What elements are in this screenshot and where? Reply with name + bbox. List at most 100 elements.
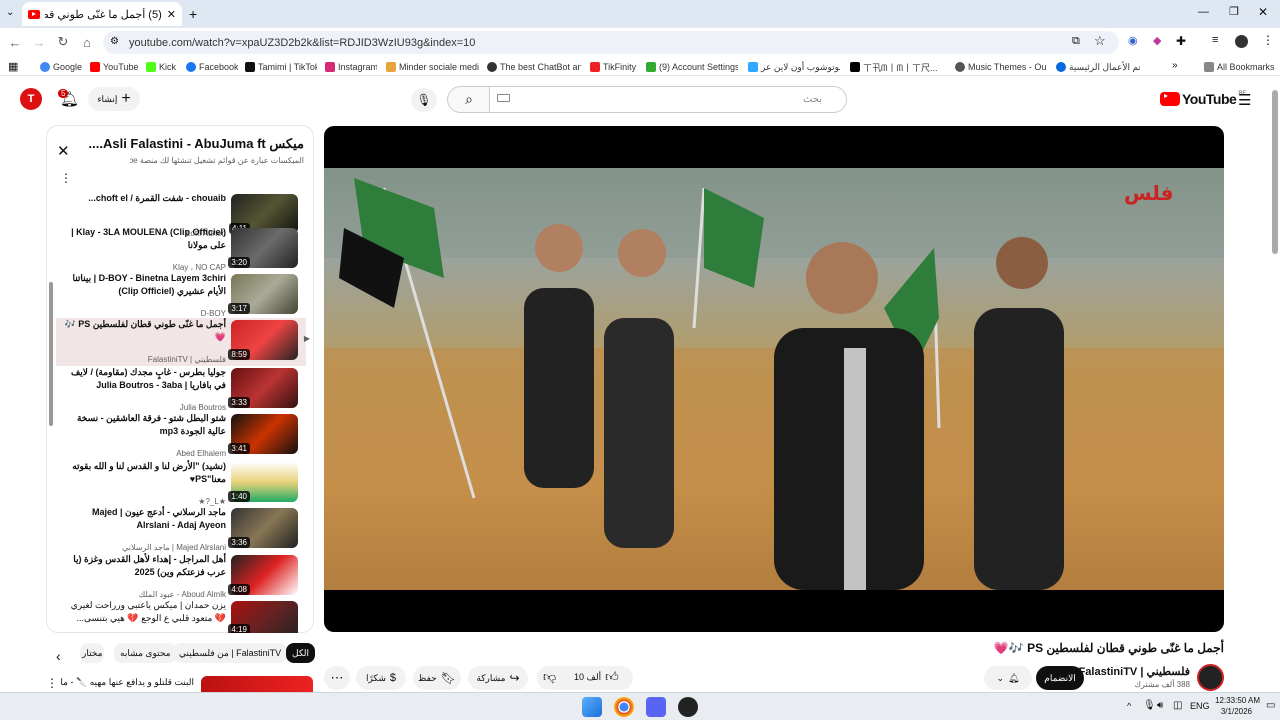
channel-avatar[interactable]	[1197, 664, 1224, 691]
duration-badge: 4:08	[228, 584, 250, 595]
playlist-item[interactable]: 1:40 (نشيد) "الأرض لنا و القدس لنا و الل…	[56, 460, 306, 508]
playlist-menu-icon[interactable]: ⋮	[60, 171, 72, 185]
bookmark-facebook[interactable]: Facebook	[186, 59, 238, 75]
bookmark-kick[interactable]: Kick	[146, 59, 180, 75]
bookmark-star-icon[interactable]: ☆	[1094, 33, 1106, 49]
back-icon[interactable]: ←	[6, 33, 24, 51]
bookmark-music-themes[interactable]: Music Themes - Our...	[955, 59, 1047, 75]
windows-taskbar	[0, 692, 1280, 720]
facebook-icon	[186, 62, 196, 72]
chrome-icon[interactable]	[614, 697, 634, 717]
chip-more[interactable]: مختار	[80, 643, 104, 663]
duration-badge: 4:19	[228, 624, 250, 633]
thanks-button[interactable]: شكرًا $	[356, 666, 406, 690]
more-actions-button[interactable]: ⋯	[324, 666, 350, 690]
clock-time[interactable]: 12:33:50 AM	[1210, 696, 1260, 705]
chip-similar[interactable]: محتوى مشابه	[114, 643, 177, 663]
chips-scroll-left-icon[interactable]: ‹	[56, 648, 61, 664]
chip-all[interactable]: الكل	[286, 643, 316, 663]
page-scrollbar[interactable]	[1272, 90, 1278, 254]
channel-name[interactable]: فلسطيني | FalastiniTV	[1079, 665, 1190, 678]
share-button[interactable]: مشاركة ↪	[468, 666, 528, 690]
discord-icon[interactable]	[646, 697, 666, 717]
search-input[interactable]: بحث	[489, 86, 847, 113]
youtube-logo-icon	[1160, 92, 1180, 106]
reload-icon[interactable]: ↻	[54, 33, 72, 51]
site-info-icon[interactable]: ⚙	[110, 36, 119, 47]
playlist-item[interactable]: 3:33 جوليا بطرس - غابٍ مجدك (مقاومة) / ل…	[56, 366, 306, 414]
account-avatar[interactable]: T	[20, 88, 42, 110]
save-button[interactable]: حفظ 🔖︎	[413, 666, 461, 690]
window-minimize-button[interactable]: —	[1198, 6, 1209, 18]
extension-icon[interactable]: ◉	[1128, 34, 1138, 47]
forward-icon[interactable]: →	[30, 33, 48, 51]
playlist-item[interactable]: 3:17 D-BOY - Binetna Layem 3chiri | بينا…	[56, 272, 306, 320]
bookmark-tiktok[interactable]: Tamimi | TikTok	[245, 59, 317, 75]
next-item-thumbnail[interactable]	[201, 676, 313, 692]
next-item-title: البنت قلتلو و يدافع عنها مهيه 🔪 - ماهركو…	[60, 677, 194, 687]
account-icon	[646, 62, 656, 72]
item-title: شتو البطل شتو - فرقة العاشقين - نسخة عال…	[76, 413, 226, 436]
obs-icon[interactable]	[678, 697, 698, 717]
playlist-item-current[interactable]: 8:59 أجمل ما غنّى طوني قطان لفلسطين PS 🎶…	[56, 318, 310, 366]
item-title: Klay - 3LA MOULENA (Clip Officiel) | على…	[71, 227, 226, 250]
keyboard-icon[interactable]	[497, 94, 510, 102]
browser-menu-icon[interactable]: ⋮	[1262, 33, 1274, 47]
extensions-puzzle-icon[interactable]: ✚	[1176, 34, 1186, 48]
language-indicator[interactable]: ENG	[1190, 701, 1210, 711]
playlist-item[interactable]: 3:36 ماجد الرسلاني - أدعج عيون | Majed A…	[56, 506, 306, 554]
next-item-menu-icon[interactable]: ⋮	[46, 676, 58, 690]
volume-icon[interactable]: 🔊︎	[1157, 700, 1163, 711]
like-button[interactable]: 10 ألف 👍︎	[574, 667, 619, 687]
media-control-icon[interactable]: ≡	[1212, 34, 1218, 46]
dislike-button[interactable]: 👎︎	[543, 669, 556, 685]
bookmark-google[interactable]: Google	[40, 59, 84, 75]
microphone-icon[interactable]: 🎙︎	[1143, 700, 1156, 711]
create-button[interactable]: إنشاء +	[88, 87, 140, 111]
search-button[interactable]: ⌕	[447, 86, 490, 113]
tikfinity-icon	[590, 62, 600, 72]
clock-date[interactable]: 3/1/2026	[1210, 707, 1252, 716]
network-icon[interactable]: ◫	[1173, 700, 1182, 711]
start-icon[interactable]	[582, 697, 602, 717]
tab-list-button[interactable]: ⌄	[6, 7, 14, 18]
bookmark-chatbot[interactable]: The best ChatBot an...	[487, 59, 581, 75]
bookmark-instagram[interactable]: Instagram	[325, 59, 377, 75]
join-button[interactable]: الانضمام	[1036, 666, 1084, 690]
bookmark-tikfinity[interactable]: TikFinity	[590, 59, 638, 75]
close-playlist-icon[interactable]: ✕	[57, 142, 70, 160]
search-placeholder: بحث	[802, 94, 822, 105]
shield-extension-icon[interactable]: ◆	[1153, 34, 1161, 47]
bookmark-minder[interactable]: Minder sociale medi...	[386, 59, 479, 75]
notification-center-icon[interactable]: ▭	[1266, 700, 1275, 711]
chip-from-channel[interactable]: من فلسطيني | FalastiniTV	[173, 643, 288, 663]
browser-tab-active[interactable]: (5) أجمل ما غنّى طوني قطان لفلسطين PS ✕	[22, 2, 182, 26]
bookmark-account-settings[interactable]: (9) Account Settings...	[646, 59, 738, 75]
install-app-icon[interactable]: ⧉	[1072, 35, 1080, 48]
playlist-item[interactable]: 3:20 Klay - 3LA MOULENA (Clip Officiel) …	[56, 226, 306, 274]
new-tab-button[interactable]: +	[189, 6, 197, 22]
youtube-logo[interactable]: YouTube BE	[1160, 91, 1246, 107]
playlist-item[interactable]: 3:41 شتو البطل شتو - فرقة العاشقين - نسخ…	[56, 412, 306, 460]
system-tray-chevron-icon[interactable]: ^	[1127, 701, 1131, 711]
playlist-item[interactable]: 4:19 يزن حمدان | ميكس ياعتبي ورراحت لغير…	[56, 599, 306, 633]
bookmark-youtube[interactable]: YouTube	[90, 59, 140, 75]
profile-avatar[interactable]	[1235, 35, 1248, 48]
save-icon: 🔖︎	[440, 671, 456, 685]
window-close-button[interactable]: ✕	[1258, 5, 1268, 19]
bookmark-photoshop[interactable]: فوتوشوب أون لاين عر...	[748, 59, 840, 75]
voice-search-icon[interactable]: 🎙︎	[411, 88, 437, 112]
home-icon[interactable]: ⌂	[78, 33, 96, 51]
bookmarks-overflow-icon[interactable]: »	[1172, 60, 1178, 71]
tab-close-icon[interactable]: ✕	[167, 8, 176, 21]
subscription-bell-button[interactable]: ⌄ 🔔︎	[984, 666, 1032, 690]
apps-grid-icon[interactable]: ▦	[8, 60, 18, 73]
window-restore-button[interactable]: ❐	[1229, 5, 1239, 18]
bookmark-x[interactable]: ㄒ卂ᗰ丨ᗰ丨ㄒ尺...	[850, 59, 942, 75]
bookmark-meta-business[interactable]: دعم الأعمال الرئيسية	[1056, 59, 1140, 75]
playlist-scrollbar[interactable]	[49, 282, 53, 426]
address-bar[interactable]: youtube.com/watch?v=xpaUZ3D2b2k&list=RDJ…	[103, 31, 1119, 54]
all-bookmarks[interactable]: All Bookmarks	[1204, 59, 1278, 75]
playlist-item[interactable]: 4:08 أهل المراجل - إهداء لأهل القدس وغزة…	[56, 553, 306, 601]
guide-menu-icon[interactable]: ☰	[1238, 91, 1251, 109]
